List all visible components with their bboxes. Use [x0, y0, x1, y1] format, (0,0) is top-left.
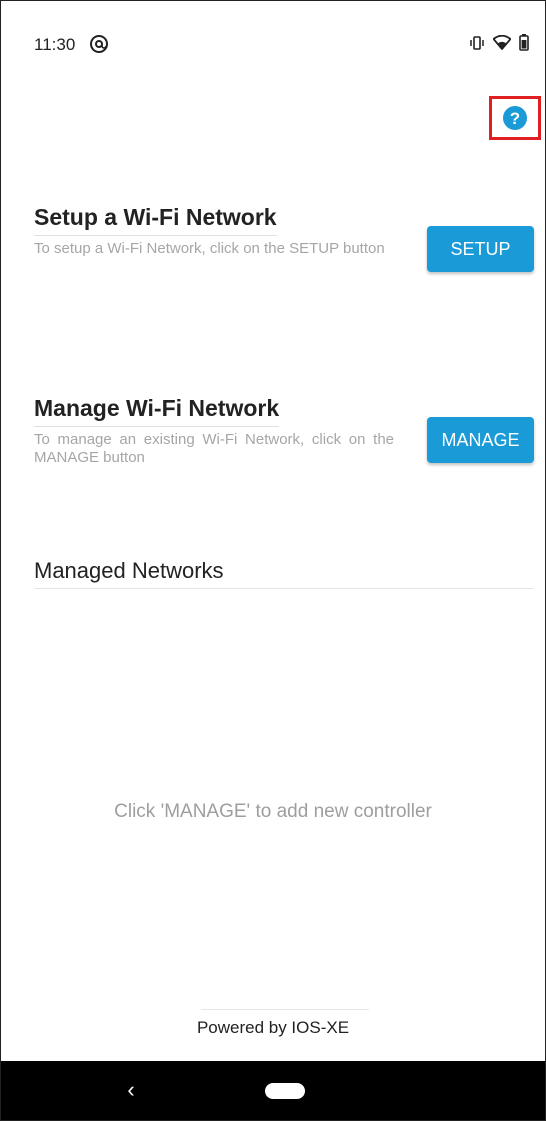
- powered-by-text: Powered by IOS-XE: [196, 1018, 350, 1037]
- setup-title-underline: [34, 235, 277, 236]
- setup-section: Setup a Wi-Fi Network To setup a Wi-Fi N…: [34, 203, 534, 272]
- manage-title-underline: [34, 426, 280, 427]
- help-button[interactable]: ?: [489, 96, 541, 140]
- manage-title-wrap: Manage Wi-Fi Network: [34, 394, 280, 427]
- setup-button[interactable]: SETUP: [427, 226, 534, 272]
- status-time: 11:30: [34, 35, 76, 54]
- managed-networks-title: Managed Networks: [34, 558, 224, 583]
- at-sync-icon: [89, 34, 109, 54]
- manage-button[interactable]: MANAGE: [427, 417, 534, 463]
- status-icons: [469, 34, 529, 56]
- app-screen: 11:30 ? Setup a Wi-Fi Network To setup a…: [0, 0, 546, 1121]
- setup-title-wrap: Setup a Wi-Fi Network: [34, 203, 277, 236]
- battery-icon: [519, 34, 529, 56]
- manage-description: To manage an existing Wi-Fi Network, cli…: [34, 431, 394, 466]
- managed-networks-divider: [34, 588, 534, 589]
- empty-state-message: Click 'MANAGE' to add new controller: [114, 801, 432, 822]
- back-icon[interactable]: ‹: [118, 1077, 144, 1103]
- status-bar: 11:30: [1, 1, 545, 81]
- setup-title: Setup a Wi-Fi Network: [34, 204, 277, 230]
- home-pill-icon[interactable]: [265, 1083, 305, 1099]
- footer-divider: [201, 1009, 369, 1010]
- manage-title: Manage Wi-Fi Network: [34, 395, 280, 421]
- manage-section: Manage Wi-Fi Network To manage an existi…: [34, 394, 534, 467]
- navigation-bar: ‹: [1, 1061, 545, 1120]
- help-icon: ?: [503, 106, 527, 130]
- vibrate-icon: [469, 35, 485, 55]
- wifi-icon: [492, 34, 512, 55]
- setup-description: To setup a Wi-Fi Network, click on the S…: [34, 240, 385, 257]
